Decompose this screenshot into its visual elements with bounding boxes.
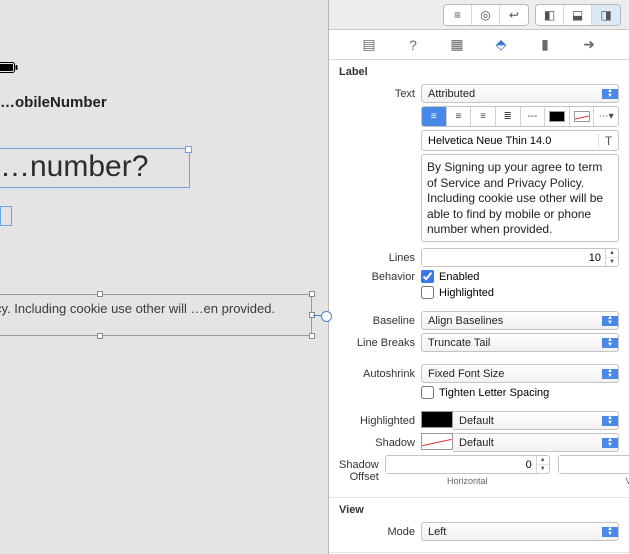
content-mode-popup[interactable]: Left xyxy=(421,522,619,541)
label-section: Label Text Attributed ≡ ≡ ≡ xyxy=(329,60,629,498)
bg-color-swatch[interactable] xyxy=(570,107,595,126)
connections-inspector-icon[interactable]: ➜ xyxy=(576,32,602,58)
assistant-editor-icon[interactable]: ◎ xyxy=(472,5,500,25)
attributes-inspector-icon[interactable]: ⬘ xyxy=(488,32,514,58)
lines-input[interactable] xyxy=(422,249,605,266)
font-picker-icon[interactable]: T xyxy=(598,134,618,148)
highlighted-checkbox[interactable]: Highlighted xyxy=(421,286,619,299)
headline-label[interactable]: …number? xyxy=(0,150,148,184)
bottom-pane-icon[interactable]: ⬓ xyxy=(564,5,592,25)
tighten-checkbox[interactable]: Tighten Letter Spacing xyxy=(421,386,619,399)
align-right-icon[interactable]: ≡ xyxy=(471,107,496,126)
standard-editor-icon[interactable]: ≡ xyxy=(444,5,472,25)
inspector-tabs[interactable]: ▤ ? ▦ ⬘ ▮ ➜ xyxy=(329,30,629,60)
shadow-color-popup[interactable]: Default xyxy=(453,433,619,452)
file-inspector-icon[interactable]: ▤ xyxy=(356,32,382,58)
font-field[interactable]: Helvetica Neue Thin 14.0 T xyxy=(421,130,619,151)
left-pane-icon[interactable]: ◧ xyxy=(536,5,564,25)
identity-inspector-icon[interactable]: ▦ xyxy=(444,32,470,58)
align-left-icon[interactable]: ≡ xyxy=(422,107,447,126)
baseline-label: Baseline xyxy=(339,315,415,327)
autoshrink-popup[interactable]: Fixed Font Size xyxy=(421,364,619,383)
linebreaks-label: Line Breaks xyxy=(339,337,415,349)
text-type-popup[interactable]: Attributed xyxy=(421,84,619,103)
view-section: View Mode Left xyxy=(329,498,629,553)
version-editor-icon[interactable]: ↩ xyxy=(500,5,528,25)
shadow-offset-label: Shadow Offset xyxy=(339,459,379,483)
linebreaks-popup[interactable]: Truncate Tail xyxy=(421,333,619,352)
enabled-checkbox[interactable]: Enabled xyxy=(421,270,619,283)
shadow-v-stepper[interactable]: ▲▼ xyxy=(558,455,629,474)
scene-title: …obileNumber xyxy=(0,94,107,111)
battery-icon xyxy=(0,62,18,73)
popup-caret-icon xyxy=(602,89,618,99)
align-center-icon[interactable]: ≡ xyxy=(447,107,472,126)
view-section-title: View xyxy=(339,504,619,516)
align-justify-icon[interactable]: ≣ xyxy=(496,107,521,126)
shadow-label: Shadow xyxy=(339,437,415,449)
constraint-connector[interactable] xyxy=(313,315,327,316)
align-natural-icon[interactable]: --- xyxy=(521,107,546,126)
interface-builder-canvas[interactable]: …obileNumber …number? …nd Privacy Policy… xyxy=(0,0,329,554)
right-pane-icon[interactable]: ◨ xyxy=(592,5,620,25)
pane-visibility-segment[interactable]: ◧ ⬓ ◨ xyxy=(535,4,621,26)
shadow-color-swatch[interactable] xyxy=(421,433,453,450)
behavior-label: Behavior xyxy=(339,271,415,283)
lines-label: Lines xyxy=(339,252,415,264)
selected-label[interactable]: …nd Privacy Policy. Including cookie use… xyxy=(0,296,308,322)
size-inspector-icon[interactable]: ▮ xyxy=(532,32,558,58)
autoshrink-label: Autoshrink xyxy=(339,368,415,380)
highlighted-color-label: Highlighted xyxy=(339,415,415,427)
highlighted-color-popup[interactable]: Default xyxy=(453,411,619,430)
baseline-popup[interactable]: Align Baselines xyxy=(421,311,619,330)
lines-stepper[interactable]: ▲▼ xyxy=(421,248,619,267)
mode-label: Mode xyxy=(339,526,415,538)
quickhelp-inspector-icon[interactable]: ? xyxy=(400,32,426,58)
inspector-panel: ▤ ? ▦ ⬘ ▮ ➜ Label Text Attributed xyxy=(329,0,629,554)
shadow-h-stepper[interactable]: ▲▼ xyxy=(385,455,550,474)
text-alignment-segment[interactable]: ≡ ≡ ≡ ≣ --- ⋯▾ xyxy=(421,106,619,127)
label-section-title: Label xyxy=(339,66,619,78)
editor-mode-segment[interactable]: ≡ ◎ ↩ xyxy=(443,4,529,26)
more-text-options-icon[interactable]: ⋯▾ xyxy=(594,107,618,126)
attributed-text-textarea[interactable] xyxy=(421,154,619,242)
text-label: Text xyxy=(339,88,415,100)
text-color-swatch[interactable] xyxy=(545,107,570,126)
small-selection-box[interactable] xyxy=(0,206,12,226)
highlighted-color-swatch[interactable] xyxy=(421,411,453,428)
